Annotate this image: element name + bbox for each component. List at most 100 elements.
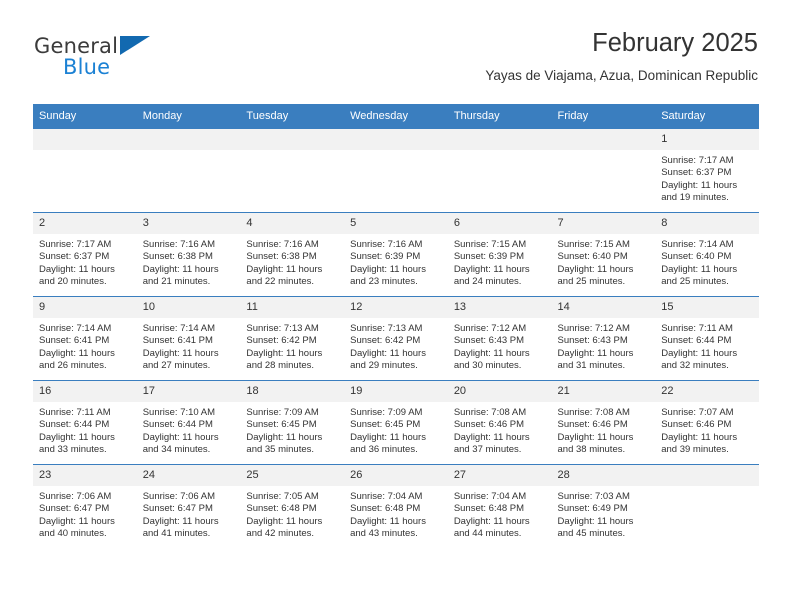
page-subtitle: Yayas de Viajama, Azua, Dominican Republ… bbox=[485, 68, 758, 83]
day-number: 17 bbox=[136, 381, 241, 402]
day-details: Sunrise: 7:11 AM Sunset: 6:44 PM Daylight:… bbox=[655, 318, 759, 373]
sunset-text: Sunset: 6:42 PM bbox=[350, 335, 421, 347]
daylight-text: Daylight: 11 hours and 28 minutes. bbox=[246, 347, 323, 372]
calendar-day-cell[interactable]: 13 Sunrise: 7:12 AM Sunset: 6:43 PM Dayligh… bbox=[447, 296, 552, 381]
weekday-header-saturday: Saturday bbox=[655, 104, 759, 129]
daylight-text: Daylight: 11 hours and 25 minutes. bbox=[557, 263, 634, 288]
calendar-day-cell-empty[interactable] bbox=[136, 128, 241, 213]
calendar-day-cell[interactable]: 3 Sunrise: 7:16 AM Sunset: 6:38 PM Daylight… bbox=[136, 212, 241, 297]
calendar-day-cell[interactable]: 12 Sunrise: 7:13 AM Sunset: 6:42 PM Dayligh… bbox=[344, 296, 448, 381]
day-details: Sunrise: 7:12 AM Sunset: 6:43 PM Daylight:… bbox=[448, 318, 552, 373]
weekday-header-wednesday: Wednesday bbox=[344, 104, 448, 129]
calendar-day-cell[interactable]: 7 Sunrise: 7:15 AM Sunset: 6:40 PM Daylight… bbox=[551, 212, 656, 297]
calendar-week-row: 16 Sunrise: 7:11 AM Sunset: 6:44 PM Dayligh… bbox=[33, 380, 759, 465]
calendar-day-cell-empty[interactable] bbox=[551, 128, 656, 213]
weekday-header-thursday: Thursday bbox=[447, 104, 552, 129]
calendar-day-cell[interactable]: 17 Sunrise: 7:10 AM Sunset: 6:44 PM Dayligh… bbox=[136, 380, 241, 465]
day-number: 9 bbox=[33, 297, 137, 318]
calendar-day-cell-empty[interactable] bbox=[33, 128, 137, 213]
sunset-text: Sunset: 6:44 PM bbox=[39, 419, 110, 431]
sunset-text: Sunset: 6:42 PM bbox=[246, 335, 317, 347]
calendar-day-cell-empty[interactable] bbox=[240, 128, 345, 213]
calendar-day-cell[interactable]: 10 Sunrise: 7:14 AM Sunset: 6:41 PM Dayligh… bbox=[136, 296, 241, 381]
sunrise-text: Sunrise: 7:14 AM bbox=[661, 239, 734, 250]
day-number bbox=[447, 129, 552, 150]
daylight-text: Daylight: 11 hours and 45 minutes. bbox=[557, 515, 634, 540]
daylight-text: Daylight: 11 hours and 21 minutes. bbox=[142, 263, 219, 288]
calendar-week-row: 2 Sunrise: 7:17 AM Sunset: 6:37 PM Daylight… bbox=[33, 212, 759, 297]
day-number bbox=[136, 129, 241, 150]
calendar-day-cell[interactable]: 4 Sunrise: 7:16 AM Sunset: 6:38 PM Daylight… bbox=[240, 212, 345, 297]
calendar-day-cell[interactable]: 11 Sunrise: 7:13 AM Sunset: 6:42 PM Dayligh… bbox=[240, 296, 345, 381]
sunrise-text: Sunrise: 7:14 AM bbox=[142, 323, 216, 334]
sunset-text: Sunset: 6:40 PM bbox=[661, 251, 732, 263]
calendar-day-cell-empty[interactable] bbox=[447, 128, 552, 213]
calendar-day-cell[interactable]: 1 Sunrise: 7:17 AM Sunset: 6:37 PM Daylight… bbox=[655, 128, 759, 213]
day-details: Sunrise: 7:05 AM Sunset: 6:48 PM Daylight:… bbox=[240, 486, 344, 541]
sunrise-text: Sunrise: 7:13 AM bbox=[350, 323, 423, 334]
calendar-day-cell[interactable]: 8 Sunrise: 7:14 AM Sunset: 6:40 PM Daylight… bbox=[655, 212, 759, 297]
calendar-table: Sunday Monday Tuesday Wednesday Thursday… bbox=[33, 104, 759, 548]
day-number: 5 bbox=[344, 213, 448, 234]
sunset-text: Sunset: 6:48 PM bbox=[350, 503, 421, 515]
day-number: 11 bbox=[240, 297, 345, 318]
day-number: 10 bbox=[136, 297, 241, 318]
sunset-text: Sunset: 6:39 PM bbox=[453, 251, 525, 263]
calendar-day-cell[interactable]: 6 Sunrise: 7:15 AM Sunset: 6:39 PM Daylight… bbox=[447, 212, 552, 297]
calendar-day-cell[interactable]: 26 Sunrise: 7:04 AM Sunset: 6:48 PM Dayligh… bbox=[344, 464, 448, 548]
sunrise-text: Sunrise: 7:09 AM bbox=[350, 407, 423, 418]
day-details: Sunrise: 7:04 AM Sunset: 6:48 PM Daylight:… bbox=[448, 486, 552, 541]
day-details: Sunrise: 7:08 AM Sunset: 6:46 PM Daylight:… bbox=[552, 402, 656, 457]
calendar-day-cell[interactable]: 16 Sunrise: 7:11 AM Sunset: 6:44 PM Dayligh… bbox=[33, 380, 137, 465]
day-number: 25 bbox=[240, 465, 345, 486]
day-details: Sunrise: 7:14 AM Sunset: 6:41 PM Daylight:… bbox=[137, 318, 241, 373]
sunrise-text: Sunrise: 7:05 AM bbox=[246, 491, 319, 502]
calendar-day-cell[interactable]: 20 Sunrise: 7:08 AM Sunset: 6:46 PM Dayligh… bbox=[447, 380, 552, 465]
calendar-day-cell[interactable]: 25 Sunrise: 7:05 AM Sunset: 6:48 PM Dayligh… bbox=[240, 464, 345, 548]
sunrise-text: Sunrise: 7:10 AM bbox=[142, 407, 216, 418]
day-details: Sunrise: 7:15 AM Sunset: 6:40 PM Daylight:… bbox=[552, 234, 656, 289]
calendar-day-cell[interactable]: 14 Sunrise: 7:12 AM Sunset: 6:43 PM Dayligh… bbox=[551, 296, 656, 381]
day-details: Sunrise: 7:07 AM Sunset: 6:46 PM Daylight:… bbox=[655, 402, 759, 457]
day-number: 18 bbox=[240, 381, 345, 402]
calendar-day-cell[interactable]: 28 Sunrise: 7:03 AM Sunset: 6:49 PM Dayligh… bbox=[551, 464, 656, 548]
sunrise-text: Sunrise: 7:13 AM bbox=[246, 323, 319, 334]
generalblue-logo[interactable]: General Blue bbox=[34, 34, 234, 88]
sunset-text: Sunset: 6:48 PM bbox=[453, 503, 525, 515]
day-number: 7 bbox=[551, 213, 656, 234]
calendar-day-cell[interactable]: 19 Sunrise: 7:09 AM Sunset: 6:45 PM Dayligh… bbox=[344, 380, 448, 465]
calendar-day-cell[interactable]: 22 Sunrise: 7:07 AM Sunset: 6:46 PM Dayligh… bbox=[655, 380, 759, 465]
triangle-icon bbox=[120, 36, 150, 55]
sunset-text: Sunset: 6:37 PM bbox=[39, 251, 110, 263]
calendar-day-cell[interactable]: 21 Sunrise: 7:08 AM Sunset: 6:46 PM Dayligh… bbox=[551, 380, 656, 465]
day-details: Sunrise: 7:14 AM Sunset: 6:41 PM Daylight:… bbox=[33, 318, 137, 373]
daylight-text: Daylight: 11 hours and 36 minutes. bbox=[350, 431, 426, 456]
daylight-text: Daylight: 11 hours and 24 minutes. bbox=[453, 263, 530, 288]
day-number: 28 bbox=[551, 465, 656, 486]
sunset-text: Sunset: 6:44 PM bbox=[142, 419, 213, 431]
calendar-day-cell[interactable]: 2 Sunrise: 7:17 AM Sunset: 6:37 PM Daylight… bbox=[33, 212, 137, 297]
calendar-day-cell[interactable]: 18 Sunrise: 7:09 AM Sunset: 6:45 PM Dayligh… bbox=[240, 380, 345, 465]
sunset-text: Sunset: 6:47 PM bbox=[142, 503, 213, 515]
daylight-text: Daylight: 11 hours and 29 minutes. bbox=[350, 347, 426, 372]
sunset-text: Sunset: 6:39 PM bbox=[350, 251, 421, 263]
daylight-text: Daylight: 11 hours and 25 minutes. bbox=[661, 263, 738, 288]
calendar-day-cell-empty[interactable] bbox=[344, 128, 448, 213]
calendar-day-cell-empty[interactable] bbox=[655, 464, 759, 548]
calendar-day-cell[interactable]: 9 Sunrise: 7:14 AM Sunset: 6:41 PM Daylight… bbox=[33, 296, 137, 381]
calendar-day-cell[interactable]: 23 Sunrise: 7:06 AM Sunset: 6:47 PM Dayligh… bbox=[33, 464, 137, 548]
calendar-day-cell[interactable]: 15 Sunrise: 7:11 AM Sunset: 6:44 PM Dayligh… bbox=[655, 296, 759, 381]
logo-text-blue: Blue bbox=[63, 55, 111, 79]
sunrise-text: Sunrise: 7:11 AM bbox=[39, 407, 111, 418]
day-number: 14 bbox=[551, 297, 656, 318]
daylight-text: Daylight: 11 hours and 34 minutes. bbox=[142, 431, 219, 456]
daylight-text: Daylight: 11 hours and 39 minutes. bbox=[661, 431, 738, 456]
day-details: Sunrise: 7:10 AM Sunset: 6:44 PM Daylight:… bbox=[137, 402, 241, 457]
day-number: 3 bbox=[136, 213, 241, 234]
calendar-day-cell[interactable]: 24 Sunrise: 7:06 AM Sunset: 6:47 PM Dayligh… bbox=[136, 464, 241, 548]
day-details: Sunrise: 7:13 AM Sunset: 6:42 PM Daylight:… bbox=[240, 318, 344, 373]
calendar-day-cell[interactable]: 27 Sunrise: 7:04 AM Sunset: 6:48 PM Dayligh… bbox=[447, 464, 552, 548]
sunrise-text: Sunrise: 7:04 AM bbox=[453, 491, 527, 502]
calendar-day-cell[interactable]: 5 Sunrise: 7:16 AM Sunset: 6:39 PM Daylight… bbox=[344, 212, 448, 297]
day-details: Sunrise: 7:08 AM Sunset: 6:46 PM Daylight:… bbox=[448, 402, 552, 457]
